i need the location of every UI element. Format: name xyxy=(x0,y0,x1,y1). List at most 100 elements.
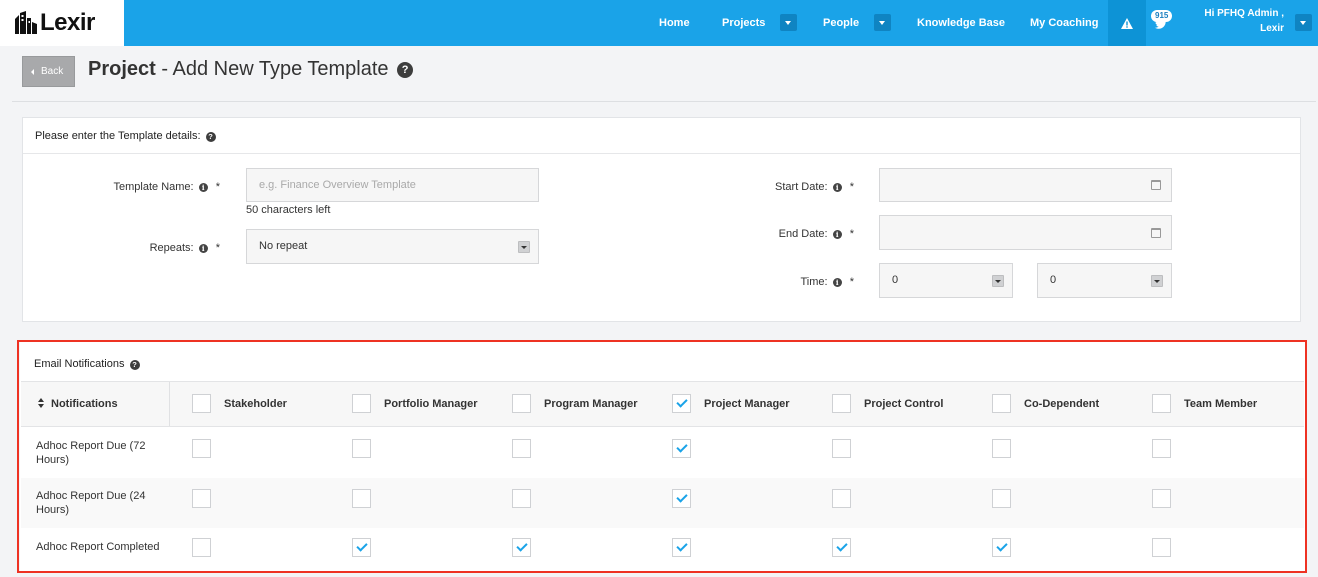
row-label-adhoc-completed: Adhoc Report Completed xyxy=(36,541,160,553)
checkbox-24h-portfolio-manager[interactable] xyxy=(352,489,371,508)
time-hours-select[interactable]: 0 xyxy=(879,263,1013,298)
end-date-info-icon[interactable]: i xyxy=(832,230,842,239)
template-details-heading: Please enter the Template details: ? xyxy=(23,118,1300,154)
required-marker: * xyxy=(849,276,854,288)
checkbox-24h-co-dependent[interactable] xyxy=(992,489,1011,508)
brand-logo[interactable]: Lexir xyxy=(0,0,124,46)
nav-my-coaching[interactable]: My Coaching xyxy=(1030,0,1098,46)
email-notifications-heading-text: Email Notifications xyxy=(34,358,125,370)
back-button[interactable]: Back xyxy=(22,56,75,87)
user-org: Lexir xyxy=(1260,23,1284,34)
projects-chevron-down-icon[interactable] xyxy=(780,14,797,31)
checkbox-completed-co-dependent[interactable] xyxy=(992,538,1011,557)
time-info-icon[interactable]: i xyxy=(832,278,842,287)
header-checkbox-team-member[interactable] xyxy=(1152,394,1171,413)
page-title-action: - Add New Type Template xyxy=(155,58,389,80)
template-name-input[interactable] xyxy=(259,169,538,201)
header-stakeholder: Stakeholder xyxy=(224,398,287,410)
time-label-text: Time: xyxy=(800,276,828,288)
time-minutes-select[interactable]: 0 xyxy=(1037,263,1172,298)
time-minutes-dropdown-arrow-icon[interactable] xyxy=(1151,274,1163,287)
template-name-field[interactable] xyxy=(246,168,539,202)
template-details-heading-text: Please enter the Template details: xyxy=(35,130,201,142)
building-logo-icon xyxy=(15,11,37,34)
sort-icon[interactable] xyxy=(37,398,45,408)
start-date-field[interactable] xyxy=(879,168,1172,202)
people-chevron-down-icon[interactable] xyxy=(874,14,891,31)
table-row: Adhoc Report Due (72 Hours) xyxy=(21,428,1304,478)
time-hours-value: 0 xyxy=(892,274,899,286)
email-notifications-help-icon[interactable]: ? xyxy=(129,360,140,370)
checkbox-72h-stakeholder[interactable] xyxy=(192,439,211,458)
start-date-calendar-icon[interactable] xyxy=(1151,180,1161,190)
checkbox-24h-team-member[interactable] xyxy=(1152,489,1171,508)
alerts-button[interactable] xyxy=(1108,0,1146,46)
header-checkbox-stakeholder[interactable] xyxy=(192,394,211,413)
repeats-select[interactable]: No repeat xyxy=(246,229,539,264)
notifications-column-label: Notifications xyxy=(51,398,118,410)
start-date-label-text: Start Date: xyxy=(775,181,828,193)
table-row: Adhoc Report Due (24 Hours) xyxy=(21,478,1304,528)
repeats-info-icon[interactable]: i xyxy=(198,244,208,253)
end-date-field[interactable] xyxy=(879,215,1172,250)
notifications-column-header[interactable]: Notifications xyxy=(21,382,170,426)
checkbox-72h-co-dependent[interactable] xyxy=(992,439,1011,458)
time-minutes-value: 0 xyxy=(1050,274,1057,286)
header-project-manager: Project Manager xyxy=(704,398,790,410)
checkbox-24h-stakeholder[interactable] xyxy=(192,489,211,508)
template-name-label: Template Name: i * xyxy=(114,181,221,193)
checkbox-72h-project-manager[interactable] xyxy=(672,439,691,458)
user-chevron-down-icon[interactable] xyxy=(1295,14,1312,31)
nav-projects[interactable]: Projects xyxy=(722,0,765,46)
checkbox-completed-program-manager[interactable] xyxy=(512,538,531,557)
nav-knowledge-base[interactable]: Knowledge Base xyxy=(917,0,1005,46)
template-name-info-icon[interactable]: i xyxy=(198,183,208,192)
checkbox-completed-project-manager[interactable] xyxy=(672,538,691,557)
end-date-label: End Date: i * xyxy=(779,228,854,240)
repeats-dropdown-arrow-icon[interactable] xyxy=(518,240,530,253)
template-details-panel: Please enter the Template details: ? Tem… xyxy=(22,117,1301,322)
checkbox-completed-portfolio-manager[interactable] xyxy=(352,538,371,557)
checkbox-24h-project-manager[interactable] xyxy=(672,489,691,508)
end-date-calendar-icon[interactable] xyxy=(1151,227,1161,238)
top-navbar: Lexir Home Projects People Knowledge Bas… xyxy=(0,0,1318,46)
checkbox-24h-project-control[interactable] xyxy=(832,489,851,508)
end-date-label-text: End Date: xyxy=(778,228,828,240)
checkbox-72h-team-member[interactable] xyxy=(1152,439,1171,458)
header-project-control: Project Control xyxy=(864,398,944,410)
checkbox-completed-stakeholder[interactable] xyxy=(192,538,211,557)
notifications-table-header: Notifications Stakeholder Portfolio Mana… xyxy=(21,381,1304,427)
checkbox-24h-program-manager[interactable] xyxy=(512,489,531,508)
title-divider xyxy=(12,101,1316,102)
required-marker: * xyxy=(849,181,854,193)
header-checkbox-co-dependent[interactable] xyxy=(992,394,1011,413)
nav-people[interactable]: People xyxy=(823,0,859,46)
page-title: Project - Add New Type Template ? xyxy=(88,58,414,81)
header-checkbox-program-manager[interactable] xyxy=(512,394,531,413)
required-marker: * xyxy=(215,181,220,193)
header-checkbox-project-control[interactable] xyxy=(832,394,851,413)
nav-home[interactable]: Home xyxy=(659,0,690,46)
checkbox-72h-program-manager[interactable] xyxy=(512,439,531,458)
page-help-icon[interactable]: ? xyxy=(397,62,414,78)
header-program-manager: Program Manager xyxy=(544,398,638,410)
checkbox-completed-team-member[interactable] xyxy=(1152,538,1171,557)
header-checkbox-project-manager[interactable] xyxy=(672,394,691,413)
checkbox-72h-portfolio-manager[interactable] xyxy=(352,439,371,458)
header-portfolio-manager: Portfolio Manager xyxy=(384,398,478,410)
page-title-entity: Project xyxy=(88,58,156,80)
checkbox-72h-project-control[interactable] xyxy=(832,439,851,458)
time-hours-dropdown-arrow-icon[interactable] xyxy=(992,274,1004,287)
template-details-help-icon[interactable]: ? xyxy=(205,132,216,142)
user-menu[interactable]: Hi PFHQ Admin , Lexir xyxy=(1204,6,1284,36)
checkbox-completed-project-control[interactable] xyxy=(832,538,851,557)
notification-count-badge[interactable]: 915 xyxy=(1151,10,1173,22)
warning-icon xyxy=(1121,18,1133,29)
characters-left-hint: 50 characters left xyxy=(246,204,331,216)
brand-name: Lexir xyxy=(40,9,95,36)
header-team-member: Team Member xyxy=(1184,398,1258,410)
required-marker: * xyxy=(215,242,220,254)
header-co-dependent: Co-Dependent xyxy=(1024,398,1100,410)
header-checkbox-portfolio-manager[interactable] xyxy=(352,394,371,413)
start-date-info-icon[interactable]: i xyxy=(832,183,842,192)
